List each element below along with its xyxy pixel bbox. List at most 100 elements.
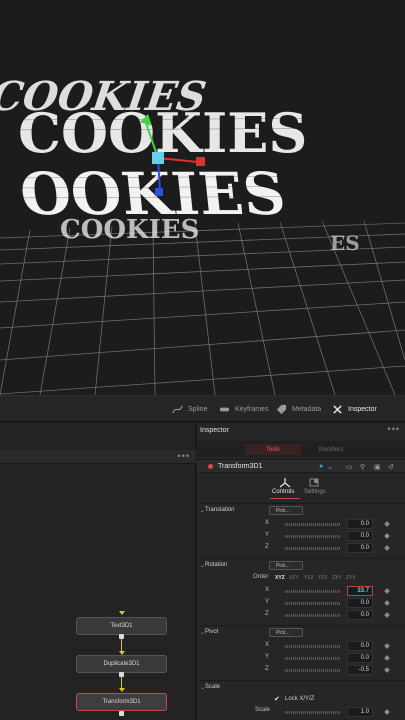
keyframe-diamond-icon[interactable]: [384, 709, 390, 715]
pivot-pick-button[interactable]: Pick...: [269, 628, 303, 637]
pivot-z-field[interactable]: -0.5: [347, 665, 373, 675]
keyframe-diamond-icon[interactable]: [384, 521, 390, 527]
keyframe-diamond-icon[interactable]: [384, 545, 390, 551]
reset-icon[interactable]: ↺: [388, 463, 394, 471]
translation-y-field[interactable]: 0.0: [347, 531, 373, 541]
rotation-x-field[interactable]: 33.7: [347, 586, 373, 596]
copy-icon[interactable]: ▭: [346, 463, 353, 471]
order-yzx[interactable]: YZX: [318, 575, 328, 581]
rotation-section: ⌄ Rotation Pick... Order XYZ XZY YXZ YZX…: [197, 558, 405, 622]
pivot-z-slider[interactable]: [285, 669, 340, 672]
tool-version-dot-icon[interactable]: ●: [319, 463, 323, 470]
translation-x-field[interactable]: 0.0: [347, 519, 373, 529]
rotation-z-slider[interactable]: [285, 614, 340, 617]
axis-label: Y: [265, 532, 270, 538]
scale-section: ⌄ Scale ✔ Lock X/Y/Z Scale 1.0: [197, 680, 405, 720]
lock-xyz-checkbox[interactable]: ✔: [274, 695, 280, 703]
pivot-x-slider[interactable]: [285, 645, 340, 648]
keyframe-diamond-icon[interactable]: [384, 588, 390, 594]
lock-icon[interactable]: ▣: [374, 463, 381, 471]
translation-y-slider[interactable]: [285, 535, 340, 538]
axis-label: X: [265, 642, 270, 648]
keyframe-diamond-icon[interactable]: [384, 533, 390, 539]
viewer-3d[interactable]: COOKIES COOKIES OOKIES COOKIES ES: [0, 0, 405, 395]
axis-label: Z: [265, 544, 269, 550]
translation-pick-button[interactable]: Pick...: [269, 506, 303, 515]
inspector-icon: [333, 405, 342, 414]
rotation-y-slider[interactable]: [285, 602, 340, 605]
keyframe-diamond-icon[interactable]: [384, 643, 390, 649]
node-editor-header: •••: [0, 450, 196, 464]
node-editor-menu-icon[interactable]: •••: [178, 451, 190, 461]
order-zyx[interactable]: ZYX: [346, 575, 356, 581]
scale-field[interactable]: 1.0: [347, 707, 373, 717]
tab-tools[interactable]: Tools: [245, 444, 301, 455]
rotation-z-field[interactable]: 0.0: [347, 610, 373, 620]
keyframe-diamond-icon[interactable]: [384, 655, 390, 661]
pivot-x-field[interactable]: 0.0: [347, 641, 373, 651]
node-link: [121, 638, 122, 652]
pin-icon[interactable]: ⚲: [360, 463, 365, 471]
translation-title[interactable]: Translation: [205, 507, 234, 513]
output-port[interactable]: [119, 711, 124, 716]
node-editor[interactable]: ••• Text3D1 Duplicate3D1 Transform3D1: [0, 423, 196, 720]
metadata-label: Metadata: [292, 406, 322, 413]
translation-z-slider[interactable]: [285, 547, 340, 550]
keyframes-icon: [219, 407, 230, 412]
keyframes-tab[interactable]: Keyframes: [219, 396, 268, 423]
inspector-tab[interactable]: Inspector: [332, 396, 377, 423]
order-zxy[interactable]: ZXY: [332, 575, 342, 581]
order-xyz[interactable]: XYZ: [275, 575, 285, 581]
tool-name: Transform3D1: [218, 463, 263, 470]
pivot-y-slider[interactable]: [285, 657, 340, 660]
rotation-pick-button[interactable]: Pick...: [269, 561, 303, 570]
inspector-title: Inspector: [200, 427, 229, 434]
chevron-down-icon[interactable]: ⌄: [327, 463, 333, 471]
spline-label: Spline: [188, 406, 208, 413]
tab-modifiers[interactable]: Modifiers: [303, 444, 359, 455]
translation-x-row: X 0.0: [197, 519, 405, 529]
scale-row: Scale 1.0: [197, 707, 405, 717]
link-arrow-icon: [119, 688, 125, 692]
axis-label: Y: [265, 654, 270, 660]
scale-title[interactable]: Scale: [205, 684, 220, 690]
keyframe-diamond-icon[interactable]: [384, 600, 390, 606]
svg-text:ES: ES: [330, 231, 360, 255]
order-xzy[interactable]: XZY: [289, 575, 299, 581]
metadata-icon: [276, 404, 287, 415]
pivot-title[interactable]: Pivot: [205, 629, 218, 635]
subtab-settings[interactable]: Settings: [304, 489, 326, 495]
inspector-menu-icon[interactable]: •••: [388, 424, 400, 434]
keyframes-label: Keyframes: [235, 406, 269, 413]
pivot-section: ⌄ Pivot Pick... X 0.0 Y 0.0 Z -0.5: [197, 625, 405, 677]
pivot-z-row: Z -0.5: [197, 665, 405, 675]
metadata-tab[interactable]: Metadata: [276, 396, 321, 423]
order-yxz[interactable]: YXZ: [304, 575, 314, 581]
axis-label: X: [265, 587, 270, 593]
settings-icon: [309, 478, 319, 487]
rotation-y-field[interactable]: 0.0: [347, 598, 373, 608]
tool-header[interactable]: Transform3D1 ● ⌄ ▭ ⚲ ▣ ↺: [197, 459, 405, 473]
spline-tab[interactable]: Spline: [172, 396, 207, 423]
translation-section: ⌄ Translation Pick... X 0.0 Y 0.0 Z 0.0: [197, 503, 405, 555]
node-text3d[interactable]: Text3D1: [76, 617, 167, 635]
pivot-y-field[interactable]: 0.0: [347, 653, 373, 663]
node-duplicate3d[interactable]: Duplicate3D1: [76, 655, 167, 673]
subtab-underline: [270, 498, 300, 499]
rotation-y-row: Y 0.0: [197, 598, 405, 608]
translation-z-field[interactable]: 0.0: [347, 543, 373, 553]
keyframe-diamond-icon[interactable]: [384, 667, 390, 673]
scale-slider[interactable]: [285, 711, 340, 714]
rotation-z-row: Z 0.0: [197, 610, 405, 620]
translation-x-slider[interactable]: [285, 523, 340, 526]
axis-label: Z: [265, 611, 269, 617]
pivot-x-row: X 0.0: [197, 641, 405, 651]
inspector-tabs: Tools Modifiers: [197, 441, 405, 457]
keyframe-diamond-icon[interactable]: [384, 612, 390, 618]
rotation-x-slider[interactable]: [285, 590, 340, 593]
subtab-controls[interactable]: Controls: [272, 489, 294, 495]
node-transform3d[interactable]: Transform3D1: [76, 693, 167, 711]
rotation-title[interactable]: Rotation: [205, 562, 227, 568]
translation-y-row: Y 0.0: [197, 531, 405, 541]
controls-icon: [279, 478, 291, 488]
